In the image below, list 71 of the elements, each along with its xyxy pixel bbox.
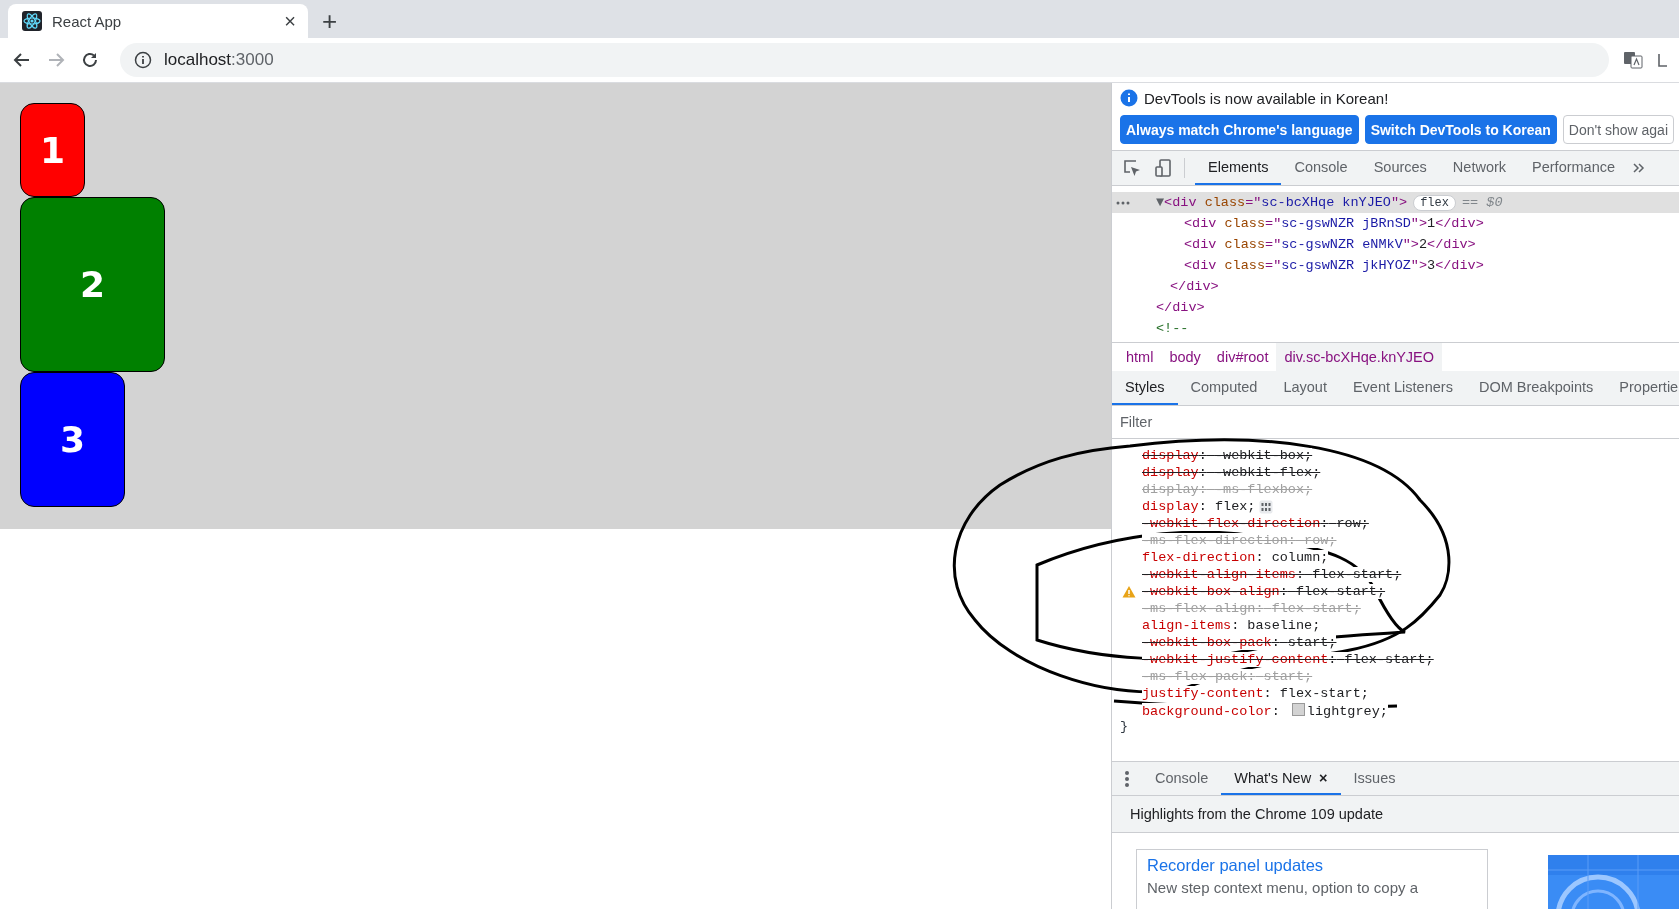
flex-item: 3: [20, 372, 125, 507]
info-icon: [1120, 89, 1138, 107]
tab-title: React App: [52, 12, 123, 30]
dom-line: </div>: [1156, 300, 1205, 315]
infobar-button[interactable]: Always match Chrome's language: [1120, 115, 1359, 144]
infobar-button[interactable]: Switch DevTools to Korean: [1364, 115, 1557, 144]
browser-tab[interactable]: React App ×: [8, 4, 308, 38]
devtools-tab[interactable]: Elements: [1195, 151, 1282, 185]
drawer-headline: Highlights from the Chrome 109 update: [1112, 796, 1679, 833]
flex-badge[interactable]: flex: [1413, 194, 1456, 211]
devtools-tab[interactable]: Network: [1439, 151, 1520, 185]
close-button[interactable]: ×: [284, 9, 296, 33]
info-icon: [134, 51, 152, 69]
selected-dom-row[interactable]: ▼<div class="sc-bcXHqe knYJEO"> flex == $0: [1112, 192, 1679, 213]
flexbox-editor-icon[interactable]: [1259, 499, 1274, 514]
pane-tab[interactable]: Propertie: [1606, 371, 1679, 405]
breadcrumb[interactable]: body: [1161, 343, 1209, 371]
css-declaration: flex-direction: column;: [1142, 550, 1329, 565]
css-declaration: -webkit-box-pack: start;: [1142, 635, 1337, 650]
translate-icon[interactable]: [1623, 50, 1643, 70]
rule-end: }: [1119, 719, 1130, 736]
css-declaration: -webkit-justify-content: flex-start;: [1142, 652, 1434, 667]
drawer-tab[interactable]: Console: [1142, 762, 1222, 795]
kebab-menu-icon[interactable]: [1124, 769, 1130, 788]
css-declaration: -webkit-align-items: flex-start;: [1142, 567, 1402, 582]
dom-line: </div>: [1170, 279, 1219, 294]
pane-tab[interactable]: Computed: [1177, 371, 1271, 405]
devtools-tab[interactable]: Sources: [1360, 151, 1440, 185]
pane-tab[interactable]: DOM Breakpoints: [1465, 371, 1607, 405]
dom-line: <div class="sc-gswNZR jkHYOZ">3</div>: [1184, 258, 1484, 273]
inspect-icon[interactable]: [1122, 158, 1142, 178]
breadcrumb[interactable]: div.sc-bcXHqe.knYJEO: [1276, 343, 1443, 371]
infobar-message: DevTools is now available in Korean!: [1144, 89, 1389, 107]
more-icon: [1116, 199, 1130, 206]
dom-line: ▼<div class="sc-bcXHqe knYJEO">: [1156, 195, 1408, 210]
flex-item: 2: [20, 197, 165, 372]
atom-icon: [22, 11, 42, 31]
drawer-tab[interactable]: Issues: [1340, 762, 1409, 795]
device-icon[interactable]: [1154, 158, 1174, 178]
breadcrumb[interactable]: div#root: [1208, 343, 1277, 371]
css-declaration: -ms-flex-align: flex-start;: [1142, 601, 1361, 616]
chevron-icon[interactable]: [1632, 161, 1647, 175]
devtools-tab[interactable]: Console: [1281, 151, 1361, 185]
new-tab-button[interactable]: +: [322, 8, 338, 34]
card-text: New step context menu, option to copy a: [1147, 879, 1419, 896]
css-declaration: display: flex;: [1142, 499, 1256, 514]
css-declaration: -webkit-box-align: flex-start;: [1142, 584, 1386, 599]
dom-line: <!--: [1156, 321, 1189, 336]
address-bar[interactable]: localhost:3000: [120, 43, 1609, 77]
dom-line: <div class="sc-gswNZR eNMkV">2</div>: [1184, 237, 1476, 252]
css-declaration: -ms-flex-direction: row;: [1142, 533, 1337, 548]
css-declaration: display: -webkit-box;: [1142, 448, 1313, 463]
css-declaration: display: -ms-flexbox;: [1142, 482, 1313, 497]
card-title-link[interactable]: Recorder panel updates: [1147, 856, 1477, 875]
css-declaration: justify-content: flex-start;: [1142, 686, 1369, 701]
css-declaration: -webkit-flex-direction: row;: [1142, 516, 1369, 531]
breadcrumb[interactable]: html: [1118, 343, 1162, 371]
css-declaration: background-color: lightgrey;: [1142, 702, 1388, 719]
devtools-tab[interactable]: Performance: [1519, 151, 1629, 185]
url-text: localhost:3000: [164, 50, 274, 70]
pane-tab[interactable]: Event Listeners: [1339, 371, 1466, 405]
css-declaration: display: -webkit-flex;: [1142, 465, 1321, 480]
warning-icon: [1122, 585, 1136, 598]
css-declaration: -ms-flex-pack: start;: [1142, 669, 1313, 684]
flex-item: 1: [20, 103, 85, 197]
css-declaration: align-items: baseline;: [1142, 618, 1321, 633]
reload-icon[interactable]: [80, 50, 100, 70]
console-reference: == $0: [1462, 195, 1503, 210]
pane-tab[interactable]: Layout: [1270, 371, 1340, 405]
dom-line: <div class="sc-gswNZR jBRnSD">1</div>: [1184, 216, 1484, 231]
infobar-button[interactable]: Don't show agai: [1562, 115, 1675, 144]
